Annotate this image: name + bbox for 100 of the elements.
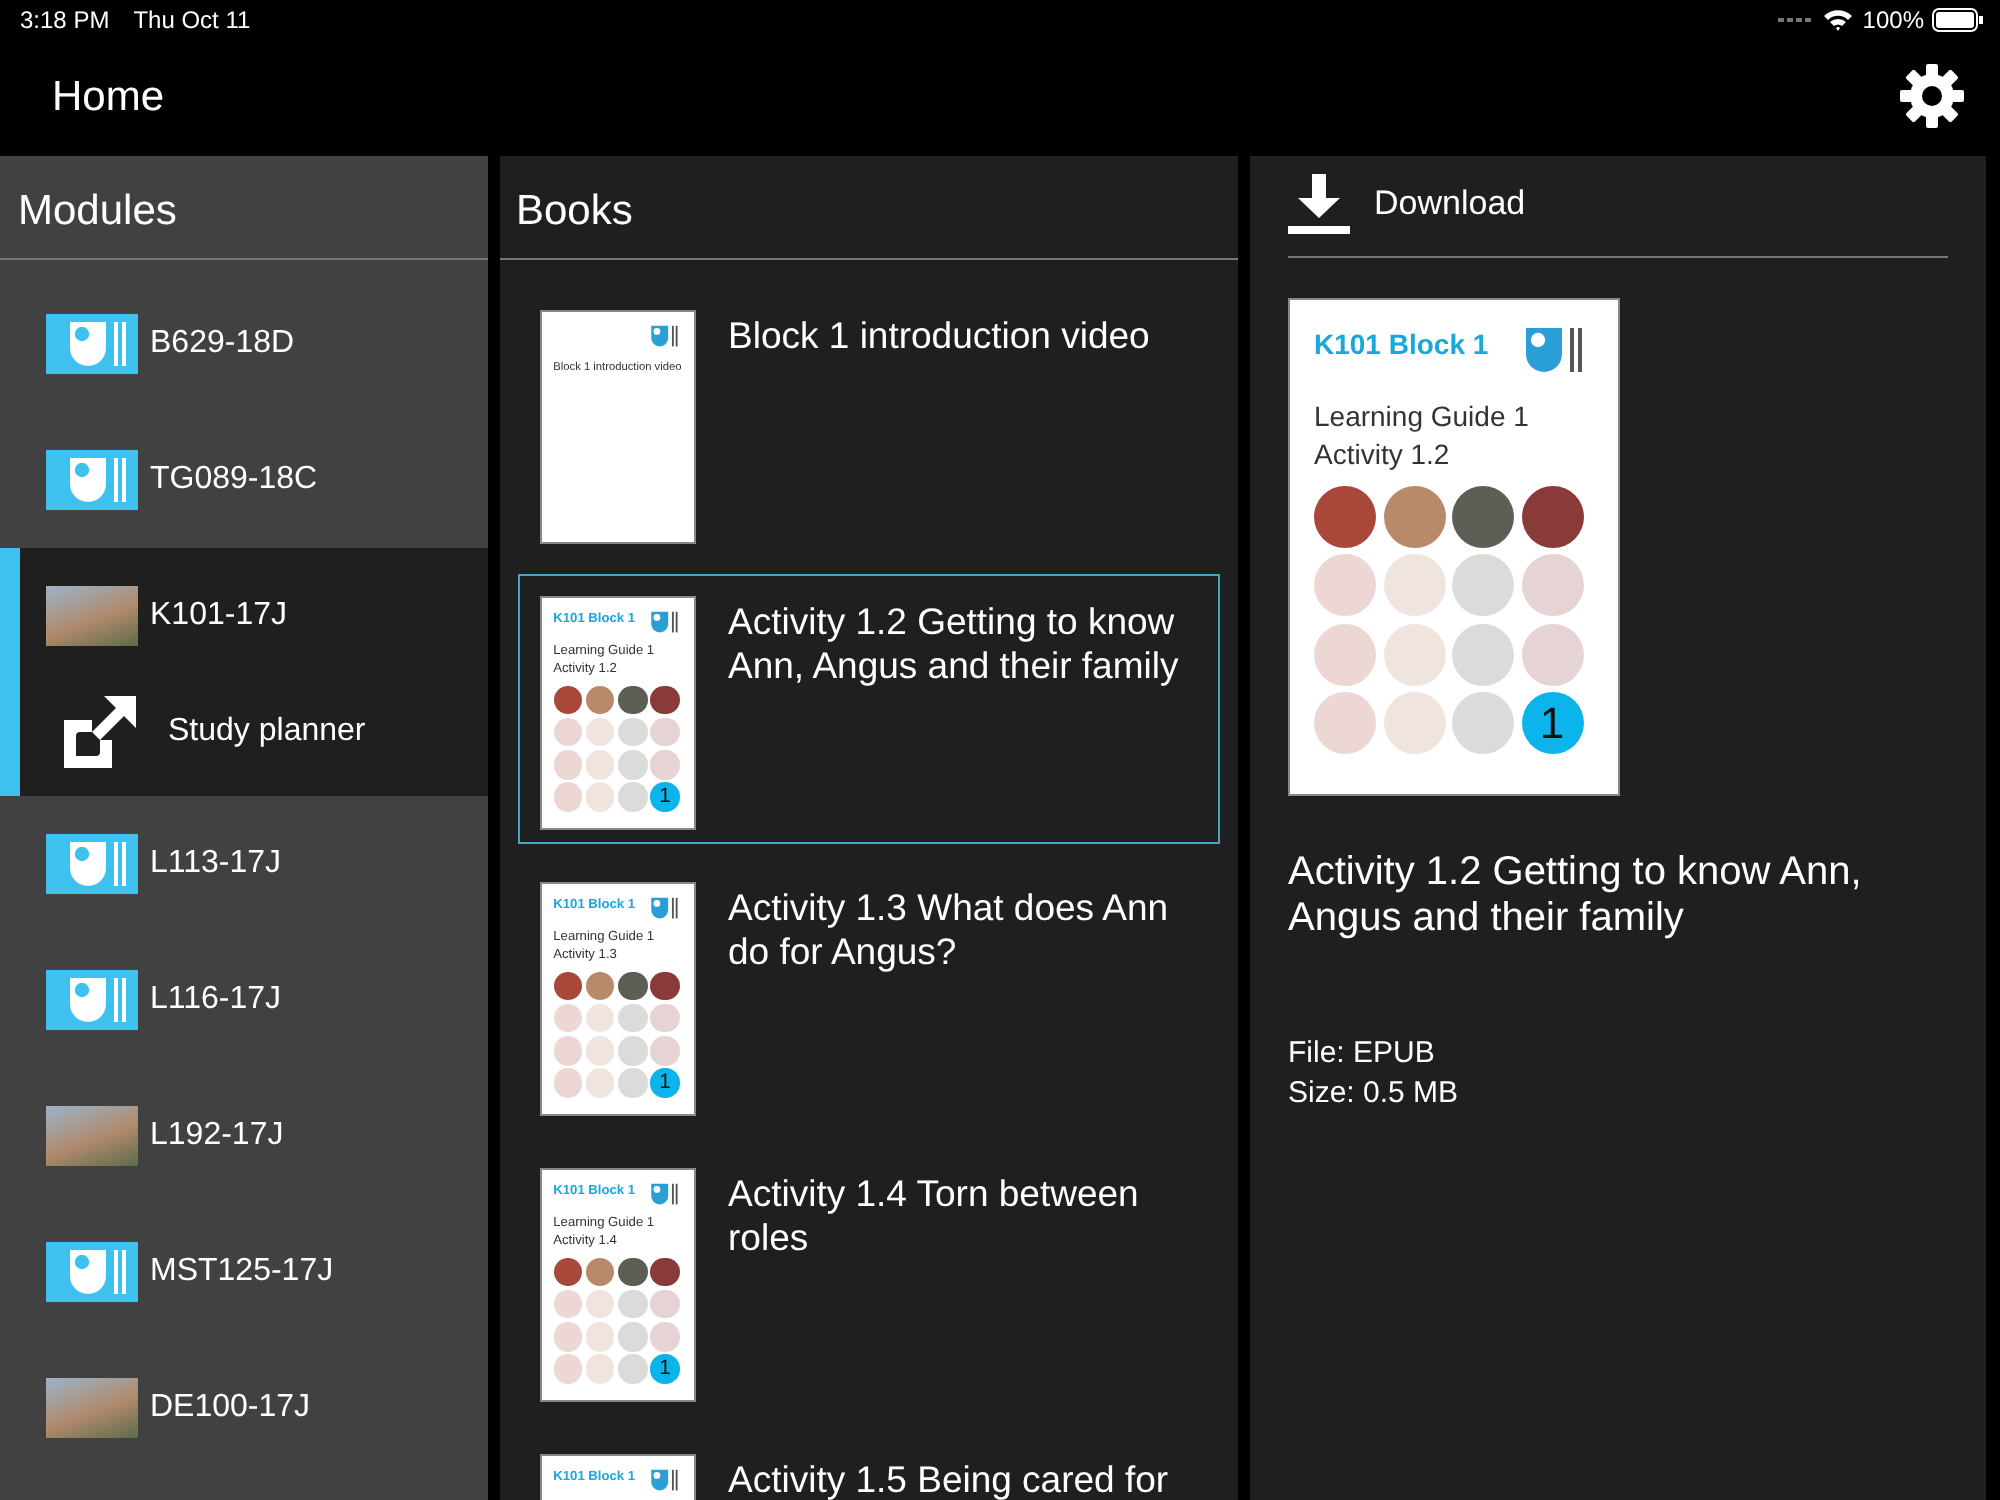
photo-placeholder <box>1383 623 1445 686</box>
photo-placeholder <box>553 1354 583 1384</box>
photo-placeholder <box>1383 554 1445 617</box>
study-planner-link[interactable]: Study planner <box>20 684 488 796</box>
module-item[interactable]: DE100-17J <box>0 1340 488 1476</box>
module-code: L116-17J <box>150 982 282 1018</box>
module-item[interactable]: K101-17J Study planner <box>0 548 488 796</box>
module-code: K101-17J <box>150 598 287 634</box>
university-logo-icon <box>46 450 138 510</box>
settings-icon <box>1900 63 1964 127</box>
photo-placeholder <box>585 1068 615 1098</box>
photo-placeholder <box>585 749 615 780</box>
number-badge: 1 <box>650 1068 680 1098</box>
university-logo-icon <box>46 1242 138 1302</box>
photo-placeholder <box>1314 554 1376 617</box>
photo-placeholder <box>650 1289 680 1319</box>
photo-placeholder <box>618 782 648 812</box>
photo-placeholder <box>1452 554 1514 617</box>
photo-placeholder <box>618 717 648 747</box>
photo-placeholder <box>650 1035 680 1066</box>
photo-placeholder <box>650 1003 680 1033</box>
module-item[interactable]: L116-17J <box>0 932 488 1068</box>
wifi-icon <box>1822 8 1855 32</box>
book-title: Activity 1.2 Getting to know Ann, Angus and their family <box>1288 850 1864 942</box>
photo-placeholder <box>46 586 138 646</box>
cover-text: Learning Guide 1 Activity 1.2 <box>1314 398 1531 474</box>
panel-title: Modules <box>0 156 488 260</box>
download-button[interactable]: Download <box>1288 156 1526 240</box>
book-title: Block 1 introduction video <box>728 312 1152 360</box>
photo-placeholder <box>650 749 680 780</box>
photo-placeholder <box>1452 692 1514 755</box>
university-logo-icon <box>46 834 138 894</box>
panel-title: Books <box>500 156 1238 260</box>
module-item[interactable]: L192-17J <box>0 1068 488 1204</box>
module-item[interactable]: B629-18D <box>0 276 488 412</box>
university-logo-icon <box>46 314 138 374</box>
photo-placeholder <box>618 1035 648 1066</box>
photo-placeholder <box>553 717 583 747</box>
book-title: Activity 1.4 Torn between roles <box>728 1170 1141 1262</box>
photo-placeholder <box>1314 692 1376 755</box>
photo-placeholder <box>650 685 680 715</box>
photo-placeholder <box>553 1257 583 1287</box>
photo-placeholder <box>585 1035 615 1066</box>
photo-placeholder <box>585 1257 615 1287</box>
photo-placeholder <box>585 1354 615 1384</box>
number-badge: 1 <box>650 1354 680 1384</box>
photo-placeholder <box>553 1321 583 1352</box>
photo-placeholder <box>553 1289 583 1319</box>
download-icon <box>1288 174 1350 234</box>
file-type: File: EPUB <box>1288 1034 1437 1074</box>
photo-placeholder <box>1314 485 1376 548</box>
photo-placeholder <box>1521 485 1583 548</box>
photo-placeholder <box>553 782 583 812</box>
module-code: DE100-17J <box>150 1390 311 1426</box>
number-badge: 1 <box>650 782 680 812</box>
photo-placeholder <box>553 1035 583 1066</box>
university-logo-icon <box>46 970 138 1030</box>
signal-icon <box>1778 16 1815 24</box>
external-link-icon <box>60 692 140 772</box>
photo-placeholder <box>618 1321 648 1352</box>
photo-placeholder <box>618 1289 648 1319</box>
photo-placeholder <box>553 749 583 780</box>
status-time: 3:18 PM <box>20 6 110 34</box>
photo-placeholder <box>1383 692 1445 755</box>
number-badge: 1 <box>1521 692 1583 755</box>
photo-placeholder <box>1452 485 1514 548</box>
module-item[interactable]: MST125-17J <box>0 1204 488 1340</box>
status-date: Thu Oct 11 <box>133 6 251 34</box>
module-item[interactable]: TG089-18C <box>0 412 488 548</box>
book-title: Activity 1.2 Getting to know Ann, Angus and their family <box>728 598 1181 690</box>
photo-placeholder <box>553 971 583 1001</box>
photo-placeholder <box>650 717 680 747</box>
file-size: Size: 0.5 MB <box>1288 1074 1461 1114</box>
photo-placeholder <box>46 1106 138 1166</box>
photo-placeholder <box>585 685 615 715</box>
photo-placeholder <box>618 1257 648 1287</box>
photo-placeholder <box>1452 623 1514 686</box>
module-code: MST125-17J <box>150 1254 334 1290</box>
photo-placeholder <box>618 1003 648 1033</box>
photo-placeholder <box>1383 485 1445 548</box>
book-title: Activity 1.5 Being cared for <box>728 1456 1171 1500</box>
settings-button[interactable] <box>1900 63 1964 133</box>
photo-placeholder <box>585 971 615 1001</box>
module-code: L113-17J <box>150 846 282 882</box>
module-code: TG089-18C <box>150 462 318 498</box>
photo-placeholder <box>618 1068 648 1098</box>
photo-placeholder <box>618 685 648 715</box>
photo-placeholder <box>618 1354 648 1384</box>
photo-placeholder <box>650 1321 680 1352</box>
book-title: Activity 1.3 What does Ann do for Angus? <box>728 884 1171 976</box>
photo-placeholder <box>585 717 615 747</box>
photo-placeholder <box>585 1003 615 1033</box>
photo-placeholder <box>553 1068 583 1098</box>
photo-placeholder <box>585 782 615 812</box>
page-title: Home <box>52 74 165 122</box>
cover-series: K101 Block 1 <box>1314 326 1489 361</box>
photo-placeholder <box>650 1257 680 1287</box>
photo-placeholder <box>618 971 648 1001</box>
photo-placeholder <box>1521 623 1583 686</box>
module-item[interactable]: L113-17J <box>0 796 488 932</box>
